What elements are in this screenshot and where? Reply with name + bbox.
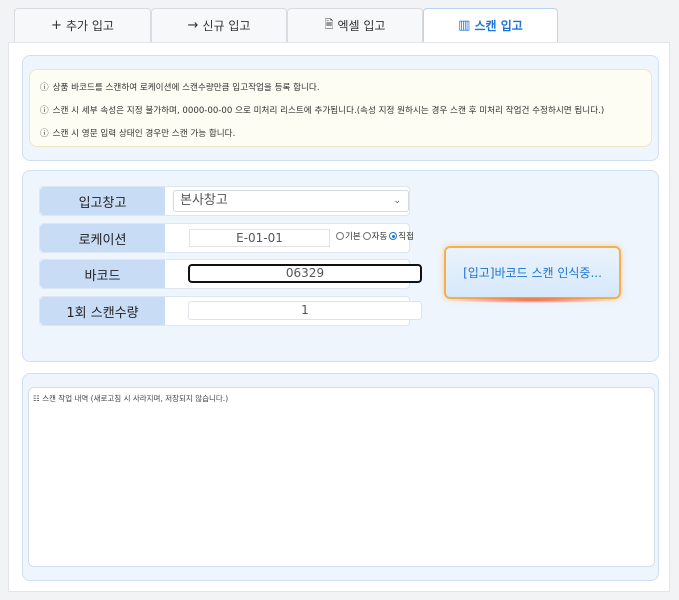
info-circle-icon: ⓘ — [40, 129, 49, 139]
tab-label: 스캔 입고 — [474, 18, 523, 33]
plus-icon: + — [51, 18, 62, 33]
chevron-down-icon: ⌄ — [393, 196, 401, 206]
radio-label: 자동 — [371, 232, 388, 242]
barcode-label: 바코드 — [40, 260, 165, 288]
qty-row: 1회 스캔수량 1 — [39, 296, 422, 326]
warehouse-select-value: 본사창고 — [180, 193, 228, 208]
notice-card: ⓘ 상품 바코드를 스캔하여 로케이션에 스캔수량만큼 입고작업을 등록 합니다.… — [29, 69, 652, 147]
barcode-input[interactable]: 06329 — [188, 264, 422, 283]
location-input[interactable]: E-01-01 — [189, 229, 330, 247]
tab-scan-inbound[interactable]: ▥ 스캔 입고 — [423, 8, 558, 43]
scan-status-button[interactable]: [입고]바코드 스캔 인식중... — [444, 246, 621, 299]
scan-qty-input[interactable]: 1 — [188, 301, 422, 320]
notice-text: 스캔 시 영문 입력 상태인 경우만 스캔 가능 합니다. — [52, 129, 236, 139]
notice-section: ⓘ 상품 바코드를 스캔하여 로케이션에 스캔수량만큼 입고작업을 등록 합니다.… — [22, 55, 659, 161]
warehouse-label: 입고창고 — [40, 187, 165, 215]
radio-label: 기본 — [345, 232, 361, 242]
notice-text: 상품 바코드를 스캔하여 로케이션에 스캔수량만큼 입고작업을 등록 합니다. — [52, 83, 320, 93]
tab-excel-inbound[interactable]: 🗎 엑셀 입고 — [287, 8, 423, 42]
radio-direct[interactable] — [389, 232, 398, 240]
info-circle-icon: ⓘ — [40, 83, 49, 93]
tab-bar: + 추가 입고 → 신규 입고 🗎 엑셀 입고 ▥ 스캔 입고 — [14, 8, 679, 43]
radio-auto[interactable] — [362, 232, 371, 240]
tab-label: 신규 입고 — [202, 19, 251, 33]
warehouse-row: 입고창고 본사창고 ⌄ — [39, 186, 410, 216]
tab-new-inbound[interactable]: → 신규 입고 — [151, 8, 287, 42]
notice-line: ⓘ 스캔 시 세부 속성은 지정 불가하며, 0000-00-00 으로 미처리 … — [40, 100, 651, 123]
scan-glow — [452, 297, 613, 303]
arrow-right-icon: → — [187, 18, 199, 33]
tab-label: 추가 입고 — [65, 19, 114, 33]
notice-text: 스캔 시 세부 속성은 지정 불가하며, 0000-00-00 으로 미처리 리… — [52, 106, 605, 116]
notice-line: ⓘ 스캔 시 영문 입력 상태인 경우만 스캔 가능 합니다. — [40, 123, 651, 146]
tab-add-inbound[interactable]: + 추가 입고 — [14, 8, 151, 42]
warehouse-select[interactable]: 본사창고 ⌄ — [173, 190, 409, 212]
scan-log-textarea[interactable]: ☷ 스캔 작업 내역 (새로고침 시 사라지며, 저장되지 않습니다.) — [28, 387, 655, 567]
location-label: 로케이션 — [40, 224, 165, 252]
scan-log-section: ☷ 스캔 작업 내역 (새로고침 시 사라지며, 저장되지 않습니다.) — [22, 373, 659, 581]
barcode-row: 바코드 06329 — [39, 259, 422, 289]
location-mode-radios: 기본 자동 직접 — [334, 230, 414, 242]
tab-label: 엑셀 입고 — [337, 19, 386, 33]
scan-qty-label: 1회 스캔수량 — [40, 297, 165, 325]
radio-basic[interactable] — [336, 232, 344, 240]
scan-status-wrap: [입고]바코드 스캔 인식중... — [444, 246, 621, 303]
radio-label: 직접 — [398, 232, 414, 242]
excel-file-icon: 🗎 — [324, 18, 334, 31]
notice-line: ⓘ 상품 바코드를 스캔하여 로케이션에 스캔수량만큼 입고작업을 등록 합니다. — [40, 77, 651, 100]
location-row: 로케이션 E-01-01 기본 자동 직접 — [39, 223, 414, 253]
barcode-icon: ▥ — [458, 17, 471, 33]
info-circle-icon: ⓘ — [40, 106, 49, 116]
